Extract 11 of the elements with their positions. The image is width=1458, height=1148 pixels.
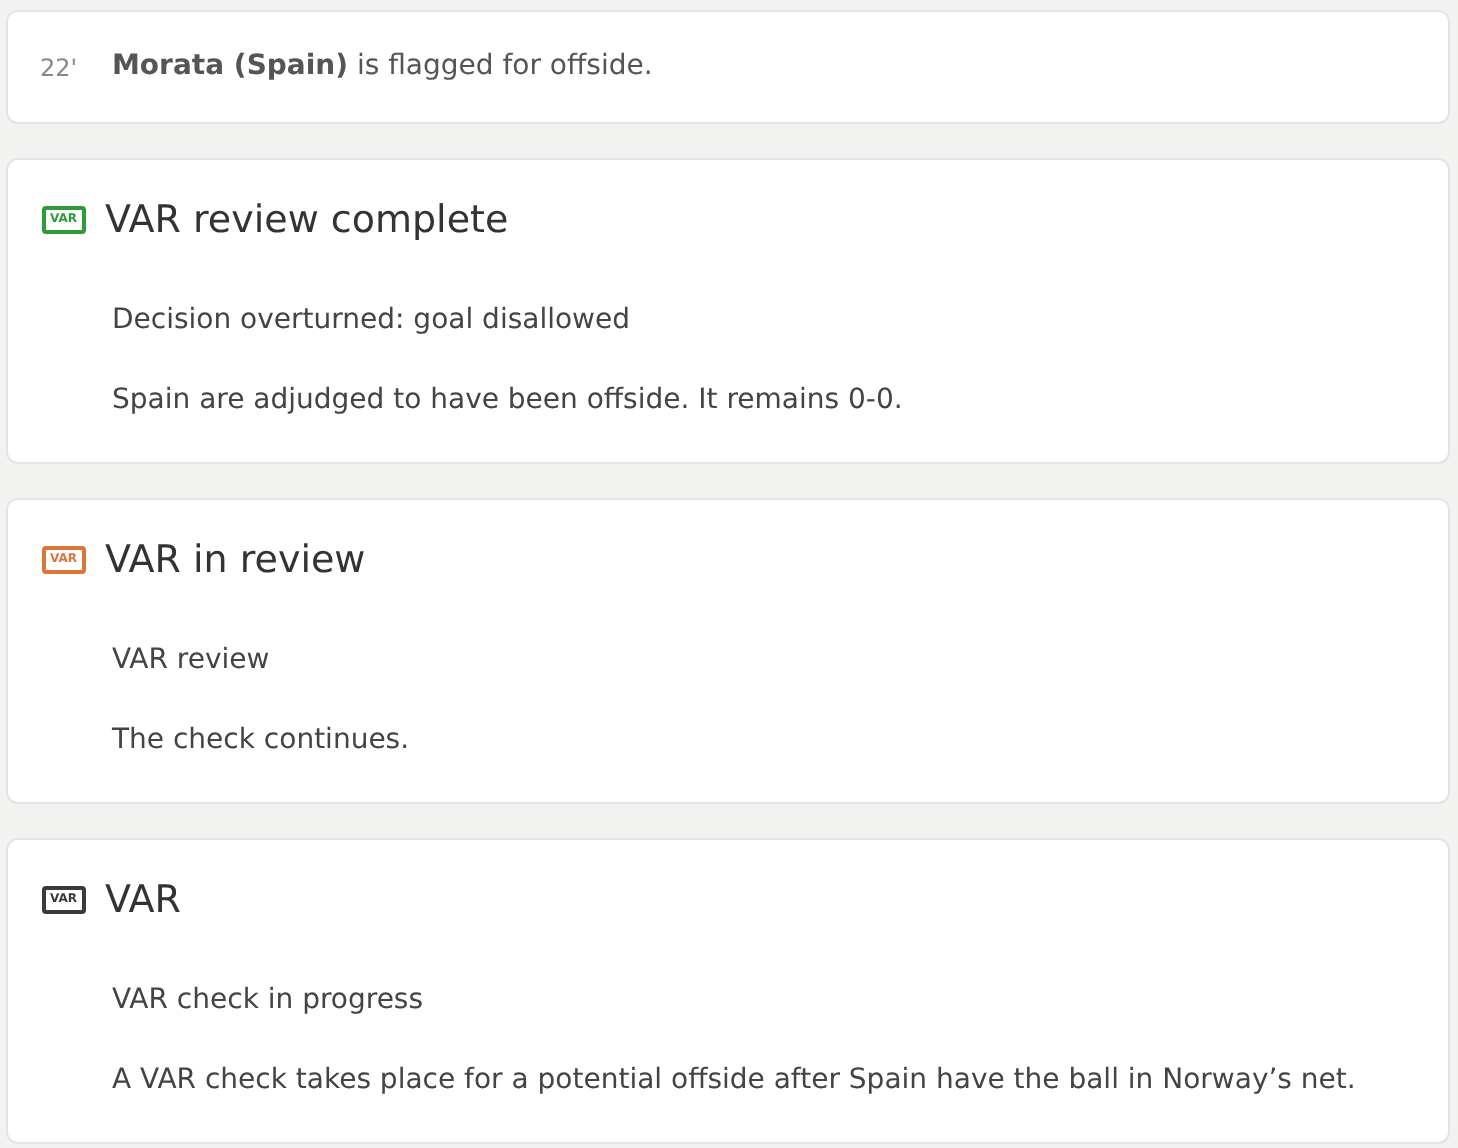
card-text: VAR check in progress: [112, 981, 426, 1019]
card-title: VAR: [105, 876, 181, 926]
card-text: A VAR check takes place for a potential offside after Spain have the ball in Norway’s net.: [112, 1061, 1358, 1099]
minute: 22': [40, 51, 80, 85]
card-text: VAR review: [112, 641, 272, 679]
card-title: VAR in review: [105, 536, 366, 586]
card-text: Spain are adjudged to have been offside. It remains 0-0.: [112, 381, 905, 419]
card-title: VAR review complete: [105, 196, 509, 246]
event-text: Morata (Spain) is flagged for offside.: [112, 48, 653, 86]
card-text: Decision overturned: goal disallowed: [112, 301, 632, 339]
card-text: The check continues.: [112, 721, 412, 759]
